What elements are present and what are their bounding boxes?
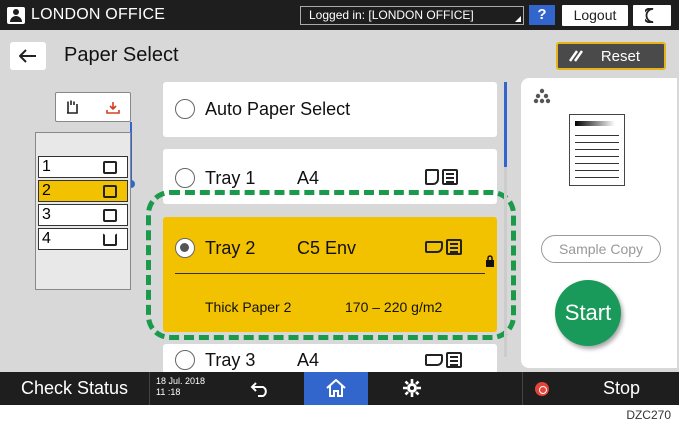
paper-type: Thick Paper 2: [205, 299, 292, 315]
tray-option-label: Tray 1: [205, 168, 256, 188]
tray-stack-icon: [103, 161, 117, 174]
document-preview: [569, 114, 625, 186]
sample-copy-button[interactable]: Sample Copy: [541, 235, 661, 263]
home-button[interactable]: [304, 372, 368, 405]
tray-stack-icon: [103, 209, 117, 222]
preview-line: [575, 149, 619, 150]
paper-stack-icon: [442, 169, 458, 185]
preview-line: [575, 163, 619, 164]
diagram-tray-2: 2: [38, 180, 128, 202]
reset-icon: [569, 50, 583, 62]
download-tray-icon: [106, 102, 120, 114]
paper-stack-icon: [446, 352, 462, 368]
tray-option-label: Tray 2: [205, 238, 256, 258]
tray-option-1[interactable]: Tray 1 A4: [163, 149, 497, 204]
preview-line: [575, 170, 619, 171]
paper-size: C5 Env: [297, 238, 357, 258]
reset-label: Reset: [600, 48, 640, 65]
check-status-button[interactable]: Check Status: [0, 372, 150, 405]
color-mode-icon: [533, 88, 551, 104]
stop-button[interactable]: Stop: [522, 372, 679, 405]
top-bar: LONDON OFFICE Logged in: [LONDON OFFICE]…: [0, 0, 679, 30]
tray-number: 2: [42, 182, 51, 199]
tray-number: 3: [42, 206, 51, 223]
figure-caption: DZC270: [626, 408, 671, 422]
return-button[interactable]: [228, 372, 292, 405]
radio-button[interactable]: [175, 238, 195, 258]
tray-option-3[interactable]: Tray 3 A4: [163, 344, 497, 374]
moon-icon: [645, 8, 654, 23]
logged-in-status[interactable]: Logged in: [LONDON OFFICE]: [300, 6, 524, 25]
printer-diagram: 1 2 3 4: [20, 82, 160, 292]
bottom-bar: Check Status 18 Jul. 2018 11 :18 Stop: [0, 372, 679, 405]
paper-icons: [425, 239, 462, 255]
paper-size: A4: [297, 350, 320, 370]
logout-button[interactable]: Logout: [562, 5, 628, 26]
landscape-sheet-icon: [425, 354, 443, 366]
landscape-sheet-icon: [425, 241, 443, 253]
diagram-tray-4: 4: [38, 228, 128, 250]
paper-icons: [425, 352, 462, 368]
start-button[interactable]: Start: [555, 280, 621, 346]
tray-number: 1: [42, 158, 51, 175]
preview-line: [575, 156, 619, 157]
energy-saver-button[interactable]: [633, 5, 671, 26]
preview-line: [575, 135, 619, 136]
reset-button[interactable]: Reset: [556, 42, 666, 70]
preview-gradient: [575, 121, 615, 126]
portrait-sheet-icon: [425, 169, 439, 185]
tray-option-auto[interactable]: Auto Paper Select: [163, 82, 497, 137]
stop-label: Stop: [603, 378, 641, 398]
lock-icon: [486, 255, 494, 267]
radio-button[interactable]: [175, 168, 195, 188]
tray-option-label: Auto Paper Select: [205, 99, 351, 119]
paper-icons: [425, 169, 458, 185]
tray-option-label: Tray 3: [205, 350, 256, 370]
time-label: 11 :18: [156, 387, 181, 397]
paper-stack-icon: [446, 239, 462, 255]
divider: [175, 273, 485, 274]
back-button[interactable]: [10, 42, 46, 70]
tray-empty-icon: [103, 233, 117, 246]
office-indicator: LONDON OFFICE: [7, 5, 165, 25]
diagram-tray-1: 1: [38, 156, 128, 178]
tray-stack-icon: [103, 185, 117, 198]
tray-number: 4: [42, 230, 51, 247]
preview-line: [575, 142, 619, 143]
page-title: Paper Select: [64, 44, 179, 66]
return-arrow-icon: [250, 382, 267, 397]
settings-button[interactable]: [380, 372, 444, 405]
paper-size: A4: [297, 168, 320, 188]
help-button[interactable]: ?: [529, 5, 555, 25]
device-screen: LONDON OFFICE Logged in: [LONDON OFFICE]…: [0, 0, 679, 405]
diagram-tray-3: 3: [38, 204, 128, 226]
radio-button[interactable]: [175, 350, 195, 370]
job-panel: Sample Copy Start: [521, 78, 677, 368]
date-label: 18 Jul. 2018: [156, 376, 206, 386]
hand-icon: [67, 100, 78, 114]
output-tray-indicator: [55, 92, 131, 122]
user-icon: [7, 6, 25, 24]
date-time: 18 Jul. 2018 11 :18: [156, 376, 205, 398]
radio-button[interactable]: [175, 99, 195, 119]
office-label: LONDON OFFICE: [31, 6, 166, 23]
scrollbar-thumb[interactable]: [504, 82, 507, 167]
preview-line: [575, 177, 619, 178]
tray-option-2[interactable]: Tray 2 C5 Env Thick Paper 2 170 – 220 g/…: [163, 217, 497, 332]
arrow-left-icon: [19, 49, 36, 63]
home-icon: [326, 379, 346, 397]
paper-weight: 170 – 220 g/m2: [345, 299, 443, 315]
gear-icon: [403, 379, 421, 397]
stop-icon: [535, 382, 549, 396]
